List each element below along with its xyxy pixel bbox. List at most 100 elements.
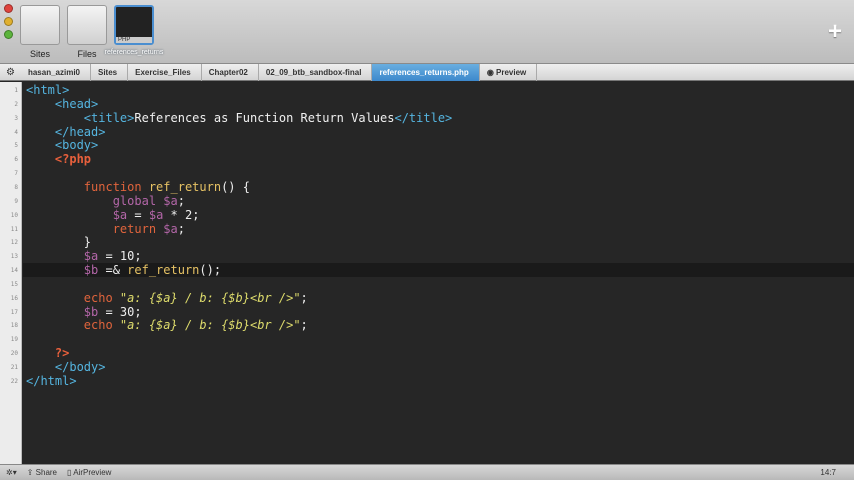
crumb-folder[interactable]: 02_09_btb_sandbox-final	[259, 63, 373, 81]
airpreview-label: AirPreview	[73, 468, 112, 477]
code-token: $a	[83, 249, 99, 264]
line-number: 7	[14, 170, 18, 178]
code-token: * 2;	[163, 207, 200, 222]
line-number: 22	[10, 377, 18, 385]
code-token: <body>	[54, 138, 99, 153]
breadcrumb: ⚙ hasan_azimi0 Sites Exercise_Files Chap…	[0, 63, 854, 81]
line-number: 9	[14, 197, 18, 205]
code-token: <head>	[54, 96, 99, 111]
code-token: </head>	[54, 124, 106, 139]
share-button[interactable]: ⇪ Share	[27, 468, 57, 477]
close-button[interactable]	[4, 4, 13, 13]
code-line: $a = $a * 2;	[26, 207, 200, 222]
file-tab-label: references_returns	[104, 49, 164, 56]
code-token: "a: {$a} / b: {$b}<br />"	[119, 318, 301, 333]
line-number: 12	[10, 239, 18, 247]
code-token: </title>	[394, 110, 453, 125]
crumb-exercise-files[interactable]: Exercise_Files	[128, 63, 202, 81]
code-token: References as Function Return Values	[134, 110, 395, 125]
line-number: 2	[14, 100, 18, 108]
code-line: $b = 30;	[26, 305, 142, 319]
gear-icon[interactable]: ✲▾	[6, 468, 17, 477]
code-token: ;	[177, 193, 185, 208]
preview-button[interactable]: ◉ Preview	[480, 63, 538, 81]
code-token: $b	[83, 304, 99, 319]
code-token: echo	[83, 290, 120, 305]
code-token: ref_return	[127, 263, 200, 278]
code-token: ;	[300, 318, 308, 333]
line-number: 20	[10, 350, 18, 358]
add-icon[interactable]: +	[828, 18, 842, 46]
line-number: 16	[10, 294, 18, 302]
code-line: global $a;	[26, 194, 185, 208]
line-number: 6	[14, 156, 18, 164]
line-number: 10	[10, 211, 18, 219]
crumb-sites[interactable]: Sites	[91, 63, 129, 81]
line-number: 18	[10, 322, 18, 330]
code-line: echo "a: {$a} / b: {$b}<br />";	[26, 291, 308, 305]
line-number: 4	[14, 128, 18, 136]
status-bar: ✲▾ ⇪ Share ▯ AirPreview 14:7	[0, 464, 854, 480]
code-token: $a	[163, 221, 178, 236]
airpreview-button[interactable]: ▯ AirPreview	[67, 468, 111, 477]
code-line: return $a;	[26, 222, 185, 236]
code-token: function	[83, 179, 149, 194]
code-line: </html>	[26, 374, 77, 388]
code-token: <html>	[26, 83, 70, 97]
php-badge: PHP	[116, 37, 152, 43]
code-token: = 30;	[98, 304, 142, 319]
file-tab-references[interactable]: PHP	[114, 5, 154, 45]
code-token: echo	[83, 318, 120, 333]
code-token: $a	[112, 207, 128, 222]
line-number: 15	[10, 280, 18, 288]
code-line: </body>	[26, 360, 106, 374]
minimize-button[interactable]	[4, 17, 13, 26]
line-numbers: 1 2 3 4 5 6 7 8 9 10 11 12 13 14 15 16 17 18 19 20 21 22	[0, 82, 22, 464]
settings-icon[interactable]: ⚙	[0, 67, 21, 78]
crumb-file[interactable]: references_returns.php	[372, 63, 480, 81]
code-line: <title>References as Function Return Val…	[26, 111, 452, 125]
share-label: Share	[35, 468, 58, 477]
code-token: <title>	[83, 110, 135, 125]
line-number: 19	[10, 336, 18, 344]
cursor-position: 14:7	[820, 468, 836, 477]
code-token: = 10;	[98, 249, 142, 264]
code-line: <?php	[26, 152, 91, 166]
eye-icon: ◉	[486, 67, 497, 77]
zoom-button[interactable]	[4, 30, 13, 39]
code-token: ;	[177, 221, 185, 236]
code-line: $b =& ref_return();	[26, 263, 221, 277]
line-number: 5	[14, 142, 18, 150]
code-token: ();	[199, 263, 222, 278]
files-tab[interactable]	[67, 5, 107, 45]
code-token: () {	[221, 179, 250, 194]
code-token: </html>	[26, 373, 77, 388]
line-number: 3	[14, 114, 18, 122]
line-number: 8	[14, 183, 18, 191]
line-number: 11	[10, 225, 18, 233]
code-token: </body>	[54, 360, 106, 374]
code-editor[interactable]: <html> <head> <title>References as Funct…	[23, 82, 854, 464]
sites-tab[interactable]	[20, 5, 60, 45]
code-line: $a = 10;	[26, 249, 142, 263]
line-number: 14	[10, 267, 18, 275]
code-token: "a: {$a} / b: {$b}<br />"	[119, 290, 301, 305]
crumb-user[interactable]: hasan_azimi0	[21, 63, 91, 81]
code-token: =	[127, 207, 149, 222]
crumb-chapter[interactable]: Chapter02	[202, 63, 259, 81]
code-line: }	[26, 235, 91, 249]
toolbar: Sites Files PHP references_returns +	[0, 0, 854, 64]
code-token: $a	[148, 207, 164, 222]
